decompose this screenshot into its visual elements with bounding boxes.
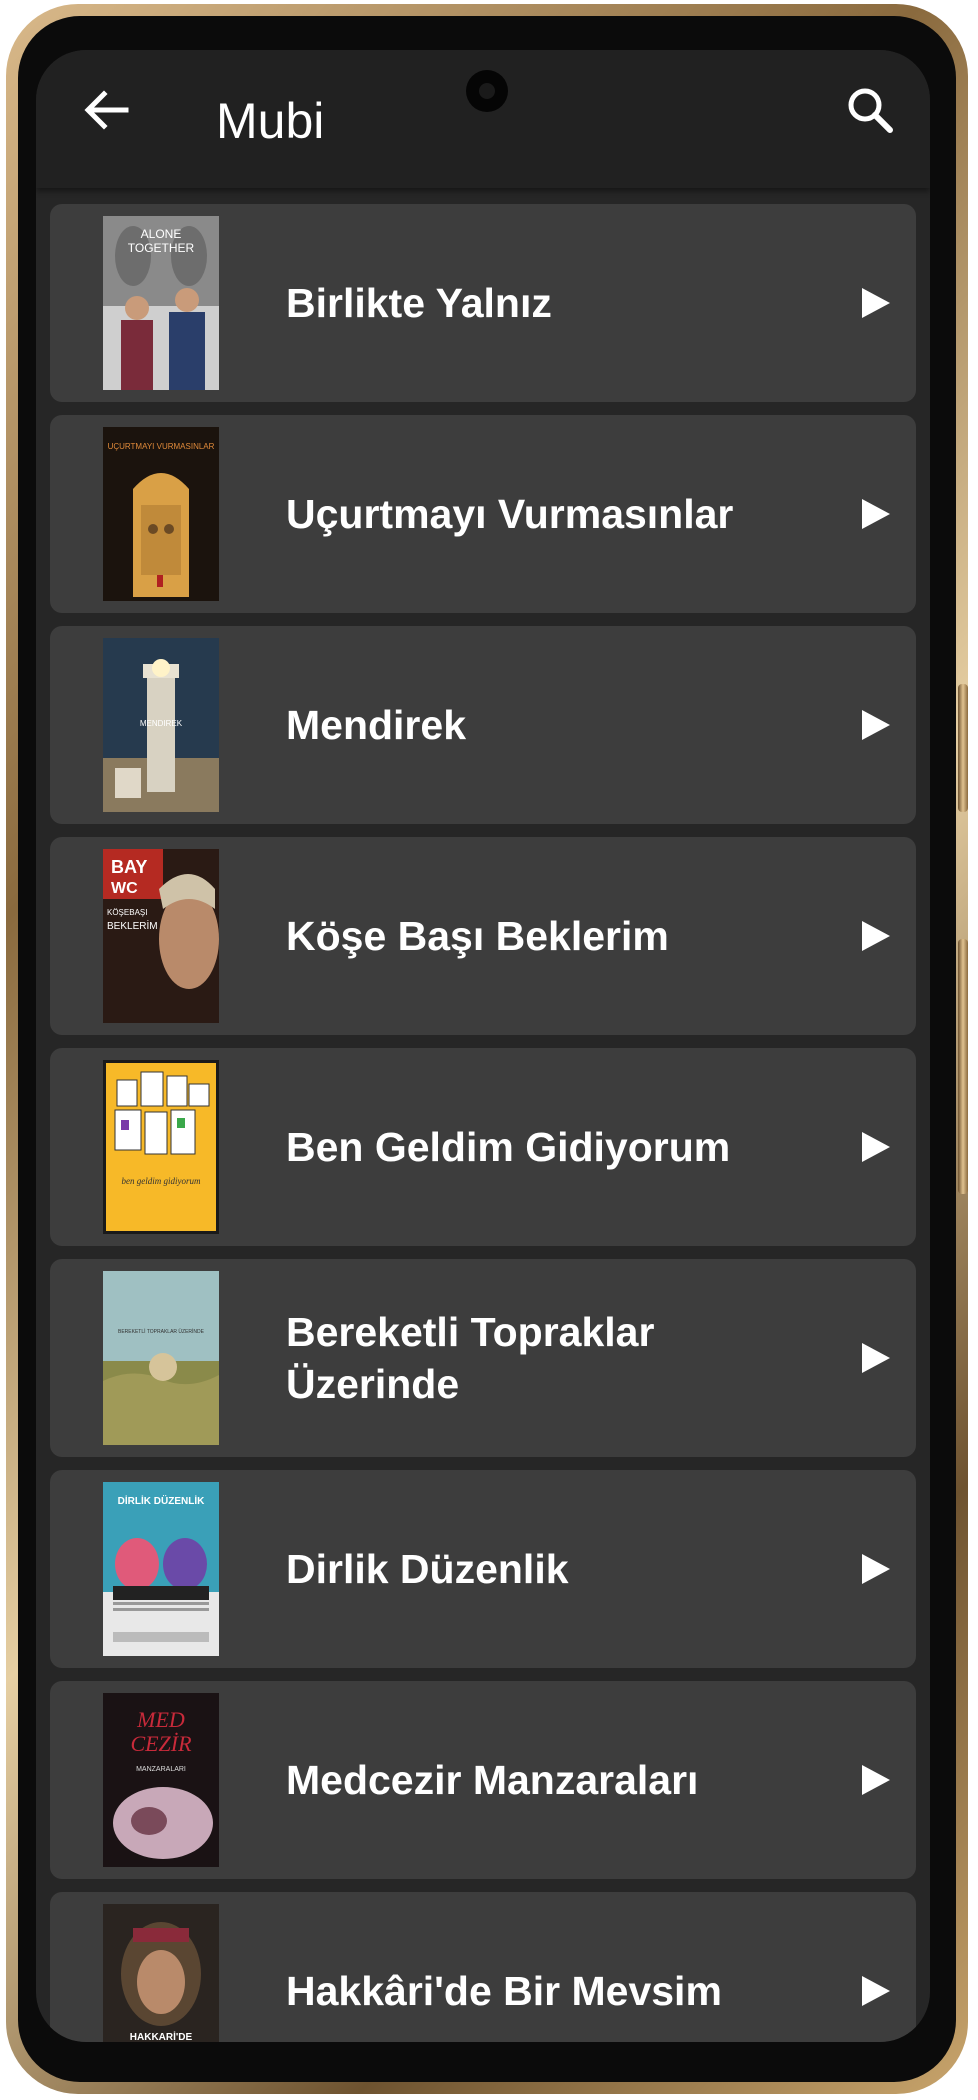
movie-poster: BAY WC KÖŞEBAŞI BEKLERİM: [103, 849, 219, 1023]
search-icon[interactable]: [840, 80, 900, 140]
movie-poster: ALONE TOGETHER: [103, 216, 219, 390]
svg-text:ALONE: ALONE: [141, 227, 182, 241]
svg-text:WC: WC: [111, 880, 138, 897]
play-icon: [862, 710, 890, 740]
movie-poster: HAKKARİ'DE BİR MEVSİM: [103, 1904, 219, 2042]
play-icon: [862, 921, 890, 951]
movie-card[interactable]: MED CEZİR MANZARALARI Medcezir Manzarala…: [50, 1681, 916, 1879]
svg-text:MANZARALARI: MANZARALARI: [136, 1766, 186, 1773]
app-title: Mubi: [216, 93, 325, 149]
play-icon: [862, 288, 890, 318]
movie-title: Birlikte Yalnız: [286, 280, 552, 326]
volume-button: [958, 939, 968, 1194]
play-icon: [862, 1132, 890, 1162]
movie-title: Bereketli Topraklar Üzerinde: [286, 1309, 655, 1407]
movie-poster: BEREKETLİ TOPRAKLAR ÜZERİNDE: [103, 1271, 219, 1445]
movie-poster: UÇURTMAYI VURMASINLAR: [103, 427, 219, 601]
movie-poster: MED CEZİR MANZARALARI: [103, 1693, 219, 1867]
svg-text:ben geldim gidiyorum: ben geldim gidiyorum: [122, 1176, 201, 1186]
svg-text:CEZİR: CEZİR: [130, 1731, 192, 1756]
svg-text:BEREKETLİ TOPRAKLAR ÜZERİNDE: BEREKETLİ TOPRAKLAR ÜZERİNDE: [118, 1328, 205, 1335]
svg-text:MENDIREK: MENDIREK: [140, 719, 183, 728]
svg-text:DİRLİK DÜZENLİK: DİRLİK DÜZENLİK: [118, 1494, 205, 1507]
play-icon: [862, 1554, 890, 1584]
movie-title: Dirlik Düzenlik: [286, 1546, 569, 1592]
movie-card[interactable]: DİRLİK DÜZENLİK Dirlik Düzenlik: [50, 1470, 916, 1668]
movie-list: ALONE TOGETHER Birlikte Yalnız UÇURTMAYI…: [50, 204, 916, 2042]
movie-poster: MENDIREK: [103, 638, 219, 812]
movie-card[interactable]: ALONE TOGETHER Birlikte Yalnız: [50, 204, 916, 402]
play-icon: [862, 1765, 890, 1795]
power-button: [958, 684, 968, 812]
svg-text:HAKKARİ'DE: HAKKARİ'DE: [130, 2030, 193, 2042]
movie-title: Hakkâri'de Bir Mevsim: [286, 1968, 722, 2014]
movie-card[interactable]: UÇURTMAYI VURMASINLAR Uçurtmayı Vurmasın…: [50, 415, 916, 613]
svg-text:KÖŞEBAŞI: KÖŞEBAŞI: [107, 908, 147, 917]
movie-title: Mendirek: [286, 702, 466, 748]
movie-card[interactable]: MENDIREK Mendirek: [50, 626, 916, 824]
svg-text:UÇURTMAYI VURMASINLAR: UÇURTMAYI VURMASINLAR: [108, 442, 215, 451]
play-icon: [862, 499, 890, 529]
movie-poster: ben geldim gidiyorum: [103, 1060, 219, 1234]
movie-card[interactable]: BEREKETLİ TOPRAKLAR ÜZERİNDE Bereketli T…: [50, 1259, 916, 1457]
svg-text:MED: MED: [136, 1707, 185, 1732]
movie-title: Köşe Başı Beklerim: [286, 913, 669, 959]
movie-card[interactable]: BAY WC KÖŞEBAŞI BEKLERİM Köşe Başı Bekle…: [50, 837, 916, 1035]
movie-title: Uçurtmayı Vurmasınlar: [286, 491, 734, 537]
play-icon: [862, 1343, 890, 1373]
movie-card[interactable]: ben geldim gidiyorum Ben Geldim Gidiyoru…: [50, 1048, 916, 1246]
arrow-back-icon[interactable]: [76, 80, 136, 140]
svg-text:TOGETHER: TOGETHER: [128, 241, 195, 255]
svg-text:BAY: BAY: [111, 857, 147, 877]
movie-card[interactable]: HAKKARİ'DE BİR MEVSİM Hakkâri'de Bir Mev…: [50, 1892, 916, 2042]
front-camera: [466, 70, 508, 112]
svg-text:BEKLERİM: BEKLERİM: [107, 919, 158, 932]
play-icon: [862, 1976, 890, 2006]
movie-title: Medcezir Manzaraları: [286, 1757, 699, 1803]
movie-poster: DİRLİK DÜZENLİK: [103, 1482, 219, 1656]
movie-title: Ben Geldim Gidiyorum: [286, 1124, 731, 1170]
screen: Mubi ALONE TOGETHER Birlikte Yalnız UÇUR…: [36, 50, 930, 2042]
